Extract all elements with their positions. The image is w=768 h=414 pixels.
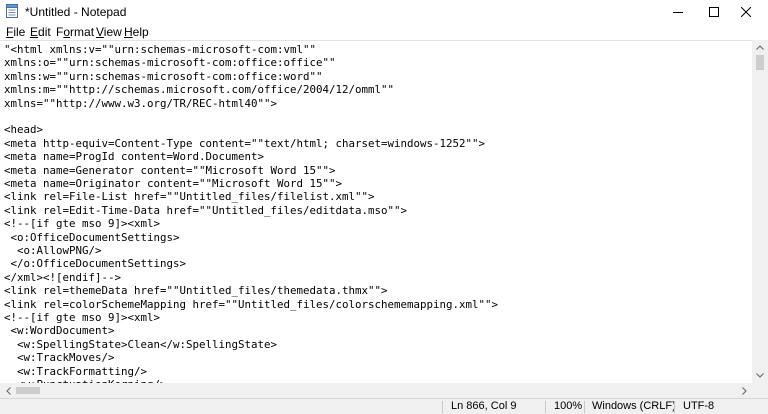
- window-title: *Untitled - Notepad: [25, 5, 127, 19]
- scrollbar-corner: [752, 383, 768, 398]
- menu-edit[interactable]: Edit: [30, 25, 51, 39]
- encoding: UTF-8: [683, 400, 715, 412]
- menu-view[interactable]: View: [96, 25, 122, 39]
- scroll-down-arrow-icon[interactable]: [752, 368, 768, 383]
- text-line[interactable]: <meta name=ProgId content=Word.Document>: [4, 150, 264, 163]
- text-line[interactable]: <!--[if gte mso 9]><xml>: [4, 311, 160, 324]
- text-line[interactable]: <o:OfficeDocumentSettings>: [4, 231, 180, 244]
- text-line[interactable]: <w:TrackMoves/>: [4, 351, 115, 364]
- status-divider: [584, 401, 585, 413]
- close-button[interactable]: [723, 0, 768, 23]
- text-line[interactable]: <link rel=Edit-Time-Data href=""Untitled…: [4, 204, 407, 217]
- status-bar: Ln 866, Col 9 100% Windows (CRLF) UTF-8: [0, 398, 768, 414]
- text-line[interactable]: <link rel=themeData href=""Untitled_file…: [4, 284, 388, 297]
- close-icon: [740, 6, 751, 17]
- text-line[interactable]: <meta name=Generator content=""Microsoft…: [4, 164, 336, 177]
- text-line[interactable]: <head>: [4, 123, 43, 136]
- scroll-right-arrow-icon[interactable]: [736, 383, 752, 398]
- title-bar[interactable]: *Untitled - Notepad: [0, 0, 768, 23]
- text-line[interactable]: <w:SpellingState>Clean</w:SpellingState>: [4, 338, 277, 351]
- zoom-level: 100%: [554, 400, 583, 412]
- scroll-left-arrow-icon[interactable]: [0, 383, 16, 398]
- text-line[interactable]: <w:TrackFormatting/>: [4, 365, 147, 378]
- text-line[interactable]: <w:WordDocument>: [4, 324, 115, 337]
- text-line[interactable]: <!--[if gte mso 9]><xml>: [4, 217, 160, 230]
- vertical-scrollbar[interactable]: [752, 40, 768, 398]
- status-divider: [674, 401, 675, 413]
- maximize-icon: [708, 6, 719, 17]
- text-line[interactable]: xmlns:o=""urn:schemas-microsoft-com:offi…: [4, 56, 336, 69]
- text-line[interactable]: <link rel=File-List href=""Untitled_file…: [4, 190, 375, 203]
- menu-format[interactable]: Format: [56, 25, 94, 39]
- line-ending: Windows (CRLF): [592, 400, 676, 412]
- text-line[interactable]: <o:AllowPNG/>: [4, 244, 102, 257]
- text-line[interactable]: <meta http-equiv=Content-Type content=""…: [4, 137, 485, 150]
- notepad-app-icon[interactable]: [6, 4, 18, 18]
- text-line[interactable]: </o:OfficeDocumentSettings>: [4, 257, 187, 270]
- text-line[interactable]: xmlns:m=""http://schemas.microsoft.com/o…: [4, 83, 394, 96]
- menu-bar: File Edit Format View Help: [0, 23, 768, 40]
- menu-help[interactable]: Help: [124, 25, 149, 39]
- text-line[interactable]: xmlns=""http://www.w3.org/TR/REC-html40"…: [4, 97, 277, 110]
- status-divider: [545, 401, 546, 413]
- notepad-window: *Untitled - Notepad File Edit Format Vie…: [0, 0, 768, 414]
- scroll-up-arrow-icon[interactable]: [752, 40, 768, 55]
- text-line[interactable]: <link rel=colorSchemeMapping href=""Unti…: [4, 298, 498, 311]
- horizontal-scrollbar[interactable]: [0, 383, 752, 398]
- text-line[interactable]: </xml><![endif]-->: [4, 271, 121, 284]
- text-line[interactable]: <meta name=Originator content=""Microsof…: [4, 177, 342, 190]
- minimize-icon: [672, 11, 683, 13]
- cursor-position: Ln 866, Col 9: [451, 400, 517, 412]
- vertical-scroll-thumb[interactable]: [756, 55, 764, 70]
- horizontal-scroll-thumb[interactable]: [16, 387, 40, 394]
- text-line[interactable]: "<html xmlns:v=""urn:schemas-microsoft-c…: [4, 43, 316, 56]
- text-line[interactable]: xmlns:w=""urn:schemas-microsoft-com:offi…: [4, 70, 323, 83]
- text-editor-area[interactable]: "<html xmlns:v=""urn:schemas-microsoft-c…: [0, 40, 752, 384]
- status-divider: [442, 401, 443, 413]
- menu-file[interactable]: File: [6, 25, 25, 39]
